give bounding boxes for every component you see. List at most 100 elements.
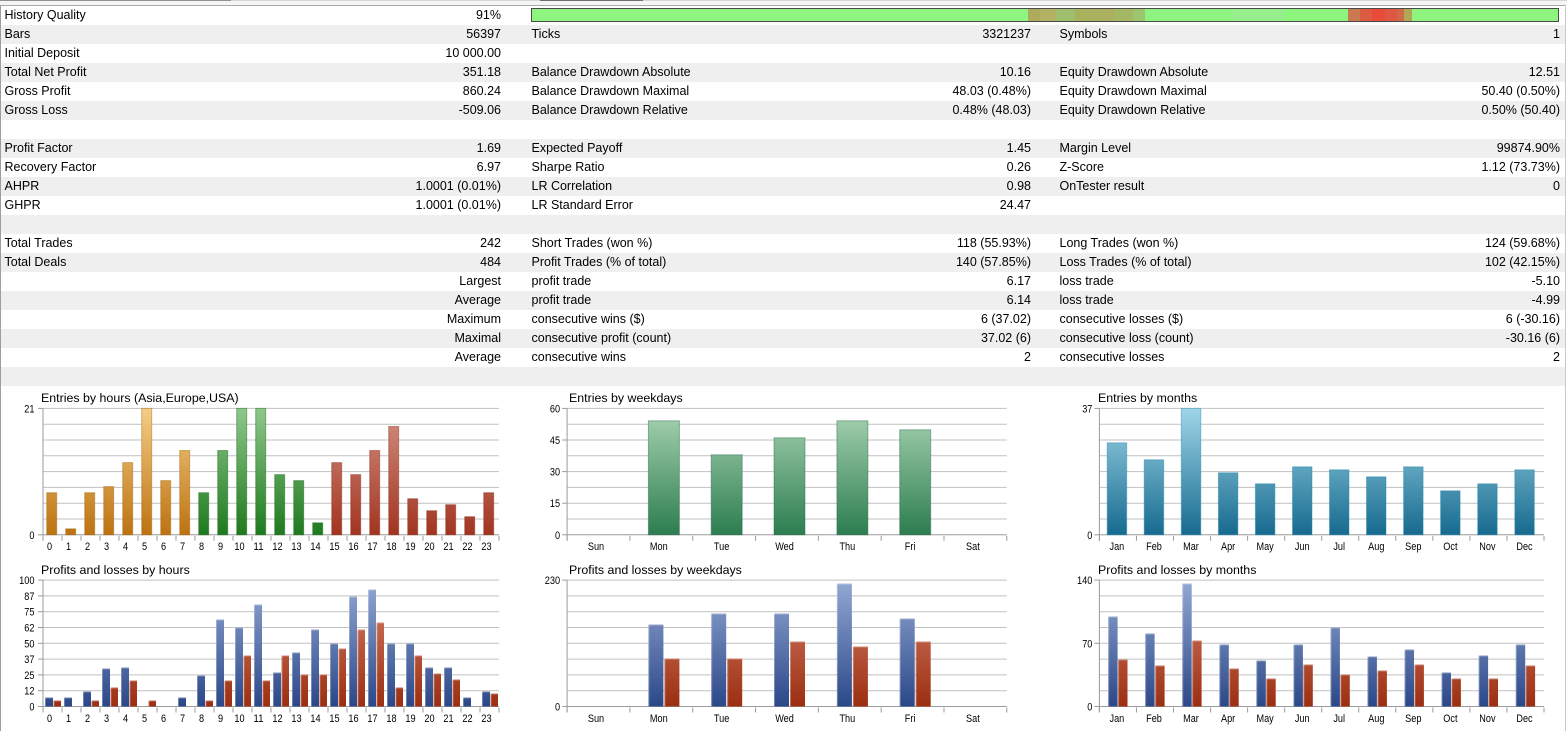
- svg-text:Sat: Sat: [966, 713, 980, 725]
- svg-text:4: 4: [123, 713, 128, 725]
- svg-text:Entries by hours (Asia,Europe,: Entries by hours (Asia,Europe,USA): [41, 391, 239, 405]
- svg-text:May: May: [1257, 713, 1275, 725]
- svg-text:6: 6: [161, 541, 166, 553]
- svg-text:Jun: Jun: [1295, 541, 1310, 553]
- svg-text:37: 37: [1082, 403, 1092, 415]
- svg-text:22: 22: [462, 541, 472, 553]
- svg-text:75: 75: [24, 607, 34, 619]
- svg-text:Aug: Aug: [1368, 541, 1384, 553]
- svg-text:Apr: Apr: [1221, 713, 1235, 725]
- svg-text:0: 0: [555, 702, 560, 714]
- svg-text:16: 16: [348, 541, 358, 553]
- svg-text:2: 2: [85, 713, 90, 725]
- svg-text:10: 10: [234, 541, 244, 553]
- svg-text:3: 3: [104, 541, 109, 553]
- svg-text:Jul: Jul: [1333, 541, 1345, 553]
- svg-text:11: 11: [253, 713, 263, 725]
- svg-text:Jan: Jan: [1110, 713, 1125, 725]
- svg-text:18: 18: [386, 541, 396, 553]
- svg-text:19: 19: [405, 713, 415, 725]
- svg-text:0: 0: [47, 541, 52, 553]
- svg-text:17: 17: [367, 541, 377, 553]
- svg-text:Sun: Sun: [588, 713, 604, 725]
- svg-text:21: 21: [443, 713, 453, 725]
- svg-text:Wed: Wed: [775, 713, 794, 725]
- svg-text:5: 5: [142, 541, 147, 553]
- svg-text:16: 16: [348, 713, 358, 725]
- svg-text:May: May: [1257, 541, 1275, 553]
- svg-text:0: 0: [555, 530, 560, 542]
- svg-text:62: 62: [24, 623, 34, 635]
- svg-text:9: 9: [218, 713, 223, 725]
- svg-text:0: 0: [47, 713, 52, 725]
- svg-text:8: 8: [199, 541, 204, 553]
- svg-text:0: 0: [1087, 530, 1092, 542]
- svg-text:2: 2: [85, 541, 90, 553]
- svg-text:Dec: Dec: [1516, 713, 1533, 725]
- svg-text:Feb: Feb: [1146, 541, 1162, 553]
- svg-text:12: 12: [24, 686, 34, 698]
- svg-text:Tue: Tue: [714, 541, 729, 553]
- svg-text:9: 9: [218, 541, 223, 553]
- svg-text:20: 20: [424, 713, 434, 725]
- svg-text:Feb: Feb: [1146, 713, 1162, 725]
- svg-text:Thu: Thu: [839, 713, 855, 725]
- svg-text:17: 17: [367, 713, 377, 725]
- svg-text:0: 0: [29, 530, 34, 542]
- svg-text:21: 21: [443, 541, 453, 553]
- svg-text:23: 23: [481, 541, 491, 553]
- svg-text:1: 1: [66, 713, 71, 725]
- svg-text:87: 87: [24, 591, 34, 603]
- svg-text:15: 15: [550, 498, 560, 510]
- svg-text:Aug: Aug: [1368, 713, 1384, 725]
- svg-text:Tue: Tue: [714, 713, 729, 725]
- svg-text:18: 18: [386, 713, 396, 725]
- svg-text:Sun: Sun: [588, 541, 604, 553]
- svg-text:Sat: Sat: [966, 541, 980, 553]
- svg-text:12: 12: [272, 541, 282, 553]
- svg-text:45: 45: [550, 435, 560, 447]
- svg-text:60: 60: [550, 403, 560, 415]
- svg-text:25: 25: [24, 670, 34, 682]
- svg-text:140: 140: [1077, 575, 1092, 587]
- svg-text:0: 0: [29, 702, 34, 714]
- svg-text:15: 15: [329, 541, 339, 553]
- svg-text:14: 14: [310, 541, 320, 553]
- svg-text:Profits and losses by hours: Profits and losses by hours: [41, 563, 190, 577]
- svg-text:14: 14: [310, 713, 320, 725]
- svg-text:10: 10: [234, 713, 244, 725]
- svg-text:30: 30: [550, 467, 560, 479]
- svg-text:Thu: Thu: [839, 541, 855, 553]
- svg-text:Sep: Sep: [1405, 541, 1421, 553]
- svg-text:12: 12: [272, 713, 282, 725]
- svg-text:37: 37: [24, 654, 34, 666]
- svg-text:Oct: Oct: [1443, 713, 1457, 725]
- svg-text:Mon: Mon: [650, 541, 668, 553]
- svg-text:Mar: Mar: [1183, 713, 1199, 725]
- svg-text:Nov: Nov: [1479, 541, 1496, 553]
- svg-text:3: 3: [104, 713, 109, 725]
- svg-text:20: 20: [424, 541, 434, 553]
- svg-text:4: 4: [123, 541, 128, 553]
- svg-text:1: 1: [66, 541, 71, 553]
- svg-text:230: 230: [545, 575, 560, 587]
- svg-text:7: 7: [180, 541, 185, 553]
- svg-text:Mon: Mon: [650, 713, 668, 725]
- svg-text:Jan: Jan: [1110, 541, 1125, 553]
- svg-text:Profits and losses by months: Profits and losses by months: [1098, 563, 1256, 577]
- svg-text:Entries by months: Entries by months: [1098, 391, 1197, 405]
- svg-text:22: 22: [462, 713, 472, 725]
- svg-text:Jun: Jun: [1295, 713, 1310, 725]
- svg-text:7: 7: [180, 713, 185, 725]
- svg-text:Sep: Sep: [1405, 713, 1421, 725]
- svg-text:70: 70: [1082, 638, 1092, 650]
- svg-text:8: 8: [199, 713, 204, 725]
- svg-text:Wed: Wed: [775, 541, 794, 553]
- svg-text:100: 100: [19, 575, 34, 587]
- svg-text:5: 5: [142, 713, 147, 725]
- svg-text:13: 13: [291, 541, 301, 553]
- svg-text:Apr: Apr: [1221, 541, 1235, 553]
- svg-text:Fri: Fri: [905, 713, 916, 725]
- svg-text:21: 21: [24, 403, 34, 415]
- svg-text:Profits and losses by weekdays: Profits and losses by weekdays: [569, 563, 742, 577]
